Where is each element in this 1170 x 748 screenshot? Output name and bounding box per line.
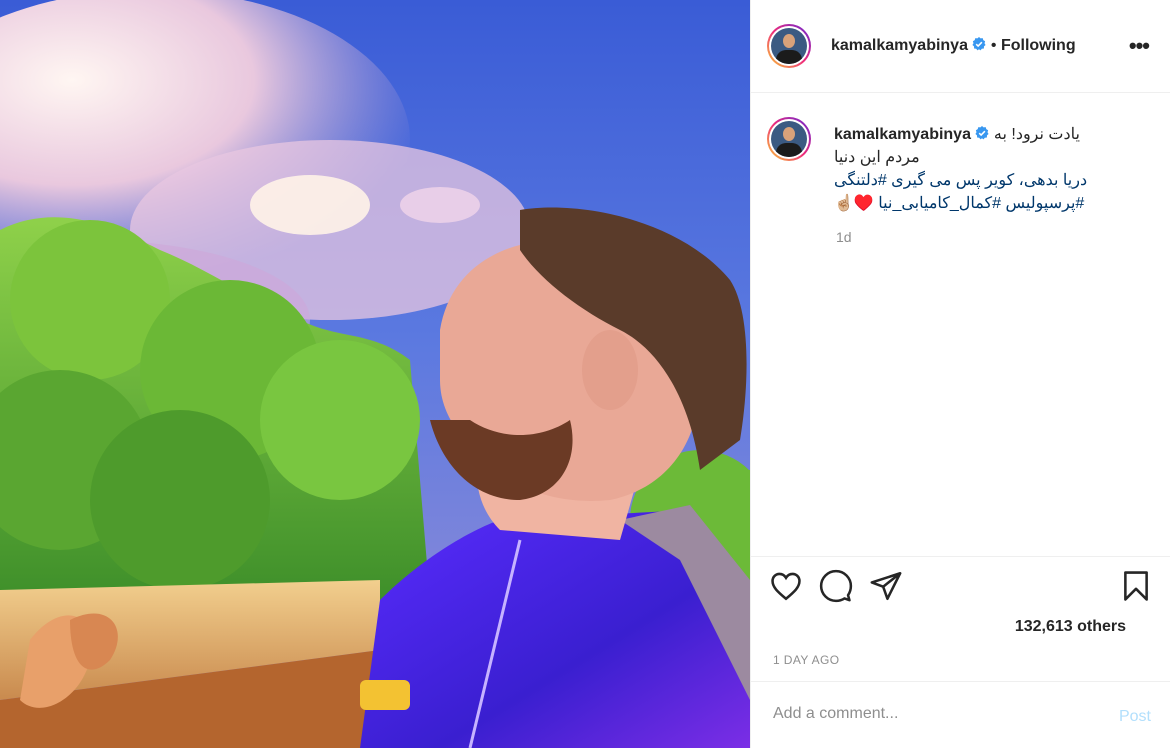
caption-line-1: kamalkamyabinya یادت نرود! به [834, 123, 1144, 146]
following-button[interactable]: Following [1001, 37, 1076, 54]
post-time-ago[interactable]: 1 DAY AGO [773, 653, 840, 667]
likes-count[interactable]: 132,613 others [1015, 618, 1126, 636]
caption-text: kamalkamyabinya یادت نرود! به مردم این د… [834, 123, 1144, 215]
caption-avatar[interactable] [767, 117, 811, 161]
bookmark-icon[interactable] [1119, 569, 1153, 603]
caption-text-line: مردم این دنیا [834, 149, 920, 166]
verified-badge-icon [972, 37, 986, 51]
caption-hashtag-line[interactable]: دریا بدهی، کویر پس می گیری #دلتنگی [834, 169, 1144, 192]
caption-hashtag-line[interactable]: #پرسپولیس #کمال_کامیابی_نیا ♥️☝🏼 [834, 192, 1144, 215]
post-comment-button[interactable]: Post [1119, 708, 1151, 726]
header-user-line: kamalkamyabinya • Following [831, 37, 1076, 55]
comment-input[interactable] [771, 704, 1095, 724]
paper-plane-icon[interactable] [869, 569, 903, 603]
comment-bubble-icon[interactable] [819, 569, 853, 603]
verified-badge-icon [975, 126, 989, 140]
post-photo-image [0, 0, 750, 748]
heart-icon[interactable] [769, 569, 803, 603]
more-options-button[interactable]: ••• [1129, 33, 1150, 59]
header-username[interactable]: kamalkamyabinya [831, 37, 968, 54]
header-separator: • [990, 37, 997, 54]
instagram-post: kamalkamyabinya • Following ••• kamalkam… [0, 0, 1170, 748]
comment-bar: Post [751, 681, 1170, 748]
caption-area: kamalkamyabinya یادت نرود! به مردم این د… [751, 93, 1170, 555]
caption-text-line: یادت نرود! به [993, 126, 1080, 143]
caption-username[interactable]: kamalkamyabinya [834, 126, 971, 143]
post-side-panel: kamalkamyabinya • Following ••• kamalkam… [750, 0, 1170, 748]
post-header: kamalkamyabinya • Following ••• [751, 0, 1170, 93]
post-photo[interactable] [0, 0, 750, 748]
header-avatar[interactable] [767, 24, 811, 68]
caption-timestamp[interactable]: 1d [836, 229, 852, 245]
